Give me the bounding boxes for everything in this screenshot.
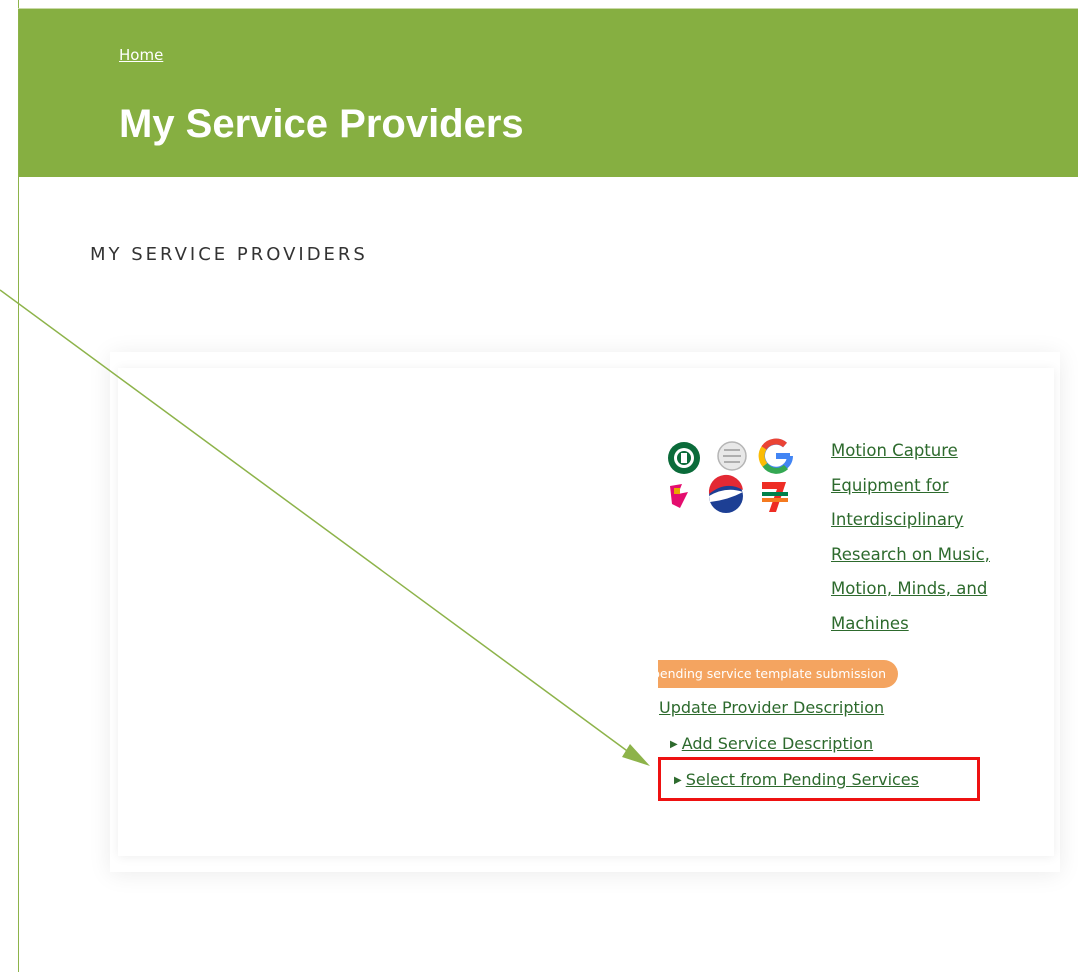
starbucks-logo-icon [668, 442, 700, 474]
provider-name-line: Motion Capture [831, 441, 958, 460]
provider-name-line: Research on Music, [831, 544, 990, 564]
google-logo-icon [758, 438, 793, 474]
page-header: Home My Service Providers [19, 9, 1078, 177]
provider-name-line: Equipment for [831, 475, 949, 495]
status-badge: pending service template submission [658, 660, 899, 688]
provider-name-line: Motion, Minds, and [831, 579, 988, 598]
update-provider-description-label: Update Provider Description [659, 698, 885, 717]
wikipedia-logo-icon [717, 441, 747, 471]
update-provider-description-link[interactable]: Update Provider Description [659, 698, 884, 717]
provider-name-line: Interdisciplinary [831, 510, 964, 529]
olympics-logo-icon [670, 484, 688, 508]
highlight-box [658, 757, 980, 801]
section-heading: MY SERVICE PROVIDERS [90, 244, 368, 265]
add-service-description-link[interactable]: ▶ Add Service Description [670, 734, 873, 753]
page-title: My Service Providers [119, 102, 524, 146]
triangle-right-icon: ▶ [670, 739, 678, 750]
provider-logo[interactable] [666, 438, 796, 528]
provider-name-link[interactable]: Motion Capture Equipment for Interdiscip… [831, 434, 1021, 641]
add-service-description-label: Add Service Description [681, 734, 874, 753]
top-guide-line [18, 8, 1078, 9]
seven-eleven-logo-icon [760, 480, 788, 512]
breadcrumb-home-link[interactable]: Home [119, 46, 163, 64]
left-guide-line [18, 0, 19, 972]
pepsi-logo-icon [708, 474, 743, 513]
provider-name-line: Machines [831, 613, 909, 633]
status-badge-text: pending service template submission [658, 666, 887, 681]
page: Home My Service Providers MY SERVICE PRO… [0, 0, 1078, 972]
